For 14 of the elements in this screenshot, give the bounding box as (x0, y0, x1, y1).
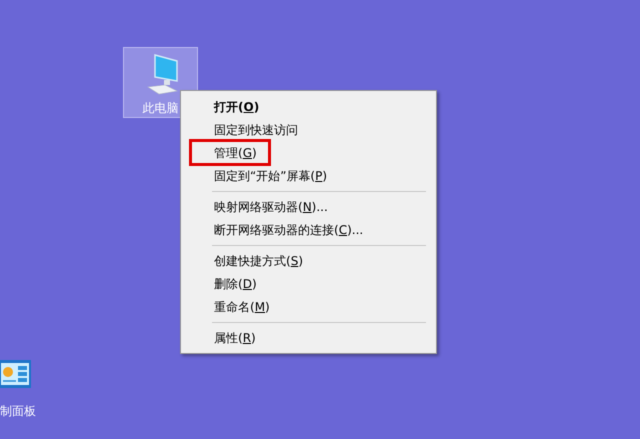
desktop-icon[interactable]: 制面板 (0, 357, 40, 427)
menu-item[interactable]: 删除(D) (181, 272, 436, 295)
menu-item[interactable]: 属性(R) (181, 326, 436, 349)
menu-item[interactable]: 断开网络驱动器的连接(C)... (181, 218, 436, 241)
menu-item[interactable]: 重命名(M) (181, 295, 436, 318)
menu-item[interactable]: 映射网络驱动器(N)... (181, 195, 436, 218)
menu-item[interactable]: 固定到快速访问 (181, 118, 436, 141)
icon-label: 制面板 (0, 403, 36, 419)
menu-item[interactable]: 管理(G) (181, 141, 436, 164)
icon-label: 此电脑 (142, 100, 180, 116)
computer-icon (147, 53, 179, 95)
menu-item[interactable]: 创建快捷方式(S) (181, 249, 436, 272)
control-panel-icon (0, 359, 32, 389)
menu-item[interactable]: 固定到“开始”屏幕(P) (181, 164, 436, 187)
